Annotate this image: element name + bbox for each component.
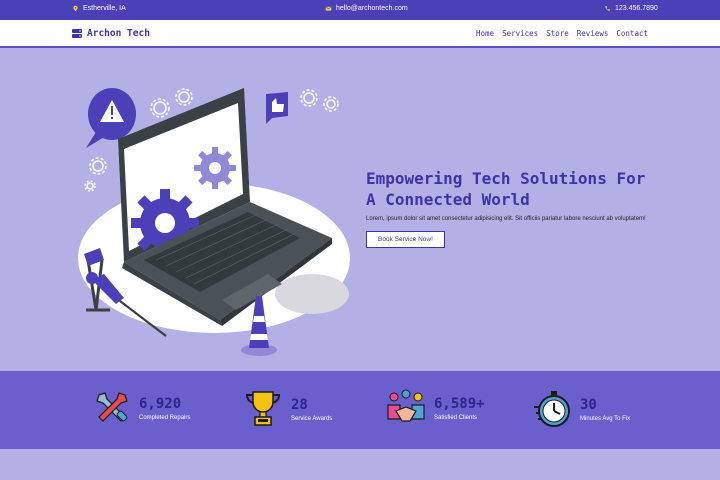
handshake-icon xyxy=(387,389,425,422)
hero-title: Empowering Tech Solutions For A Connecte… xyxy=(366,169,646,209)
stat-satisfied-clients: 6,589+ Satisfied Clients xyxy=(386,389,485,427)
stat-label: Satisfied Clients xyxy=(434,414,478,421)
stat-value: 28 xyxy=(291,396,308,413)
main-navbar: Archon Tech Home Services Store Reviews … xyxy=(0,20,720,48)
laptop-repair-illustration xyxy=(78,88,350,356)
nav-store[interactable]: Store xyxy=(546,29,569,38)
tools-icon xyxy=(96,392,128,422)
stat-value: 6,920 xyxy=(139,395,182,412)
location-text: Estherville, IA xyxy=(83,5,126,12)
next-section-background xyxy=(0,449,720,480)
map-pin-icon xyxy=(73,5,78,12)
nav-menu: Home Services Store Reviews Contact xyxy=(476,29,648,38)
stat-avg-fix-time: 30 Minutes Avg To Fix xyxy=(532,389,630,429)
location-info: Estherville, IA xyxy=(72,5,126,12)
stat-service-awards: 28 Service Awards xyxy=(243,389,332,429)
stats-section: 6,920 Completed Repairs 28 Service Award… xyxy=(0,371,720,449)
trophy-icon xyxy=(245,391,281,426)
nav-services[interactable]: Services xyxy=(502,29,538,38)
stat-label: Service Awards xyxy=(291,415,333,422)
server-icon xyxy=(72,29,82,38)
hero-content: Empowering Tech Solutions For A Connecte… xyxy=(366,168,656,248)
nav-home[interactable]: Home xyxy=(476,29,494,38)
stat-label: Completed Repairs xyxy=(139,414,191,421)
book-service-button[interactable]: Book Service Now! xyxy=(366,231,445,248)
hero-description: Lorem, ipsum dolor sit amet consectetur … xyxy=(366,216,646,222)
brand-logo[interactable]: Archon Tech xyxy=(72,28,150,39)
phone-icon xyxy=(605,6,610,11)
phone-text[interactable]: 123.456.7890 xyxy=(615,5,658,12)
top-contact-bar: Estherville, IA hello@archontech.com 123… xyxy=(0,0,720,20)
email-info[interactable]: hello@archontech.com xyxy=(325,5,408,12)
hero-section: Empowering Tech Solutions For A Connecte… xyxy=(0,48,720,371)
stat-label: Minutes Avg To Fix xyxy=(580,415,631,422)
stopwatch-icon xyxy=(534,391,570,427)
nav-reviews[interactable]: Reviews xyxy=(577,29,609,38)
brand-name[interactable]: Archon Tech xyxy=(87,28,150,39)
stat-value: 6,589+ xyxy=(434,395,485,412)
stat-completed-repairs: 6,920 Completed Repairs xyxy=(93,389,190,427)
nav-contact[interactable]: Contact xyxy=(616,29,648,38)
stat-value: 30 xyxy=(580,396,597,413)
envelope-icon xyxy=(325,6,332,11)
phone-info[interactable]: 123.456.7890 xyxy=(604,5,658,12)
email-text[interactable]: hello@archontech.com xyxy=(336,5,408,12)
